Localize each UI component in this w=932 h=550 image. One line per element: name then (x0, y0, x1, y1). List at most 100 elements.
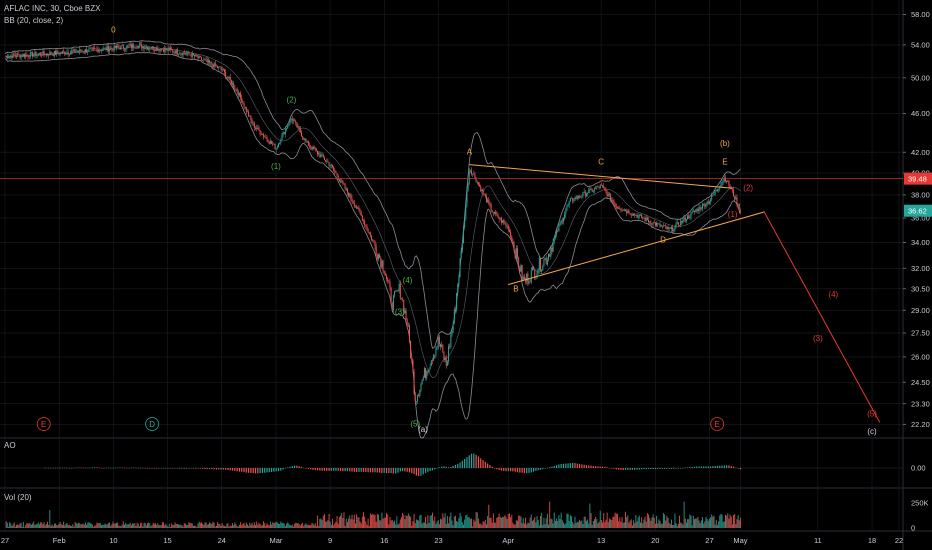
wave-label[interactable]: 0 (111, 26, 116, 35)
wave-label[interactable]: (5) (867, 410, 877, 419)
wave-label[interactable]: (2) (287, 95, 297, 104)
candle-body (637, 215, 639, 218)
wave-label[interactable]: B (513, 285, 518, 294)
volume-bar (220, 525, 222, 528)
candle-body (206, 59, 208, 63)
ao-bar (123, 467, 126, 469)
volume-bar (115, 522, 117, 528)
volume-bar (573, 524, 575, 528)
wave-label[interactable]: C (598, 158, 604, 167)
wave-label[interactable]: E (722, 158, 727, 167)
ao-bar (475, 454, 477, 468)
ao-bar (289, 466, 291, 468)
volume-bar (114, 523, 116, 528)
volume-bar (419, 515, 421, 528)
wave-label[interactable]: (2) (743, 183, 753, 192)
wave-label[interactable]: (3) (395, 308, 405, 317)
volume-bar (529, 517, 531, 528)
candle-body (211, 62, 213, 65)
volume-bar (590, 513, 592, 528)
volume-bar (87, 522, 89, 528)
candle-body (283, 132, 285, 135)
candle-body (328, 162, 330, 166)
candle-body (340, 181, 342, 182)
volume-bar (461, 522, 463, 528)
volume-bar (251, 522, 253, 528)
volume-bar (122, 521, 124, 528)
bollinger-legend[interactable]: BB (20, close, 2) (4, 16, 63, 25)
ao-bar (500, 468, 503, 471)
candle-body (419, 390, 421, 397)
volume-bar (593, 519, 595, 528)
volume-bar (398, 523, 400, 528)
volume-bar (195, 525, 197, 528)
ao-bar (188, 468, 190, 469)
candle-body (437, 336, 439, 347)
ao-bar (248, 468, 250, 473)
candle-body (473, 173, 475, 175)
ao-bar (167, 468, 169, 469)
candle-body (164, 48, 166, 52)
candle-body (196, 54, 198, 57)
wave-label[interactable]: (4) (403, 276, 413, 285)
ao-bar (337, 468, 339, 471)
volume-bar (579, 519, 581, 528)
volume-bar (735, 524, 737, 528)
volume-bar (541, 512, 543, 528)
wave-label[interactable]: A (467, 147, 473, 156)
symbol-legend[interactable]: AFLAC INC, 30, Cboe BZX (4, 4, 100, 13)
time-tick-label: 24 (218, 536, 226, 545)
wave-label[interactable]: (1) (271, 162, 281, 171)
candle-body (83, 52, 85, 53)
volume-bar (312, 523, 314, 528)
wave-label[interactable]: (4) (828, 290, 838, 299)
wave-label[interactable]: D (660, 235, 666, 244)
wave-label[interactable]: (1) (728, 210, 738, 219)
volume-bar (476, 512, 478, 528)
candle-body (86, 49, 88, 53)
candle-body (165, 48, 167, 50)
volume-bar (627, 515, 629, 528)
ao-legend[interactable]: AO (4, 441, 16, 450)
candle-body (392, 295, 394, 311)
volume-bar (683, 501, 685, 528)
volume-bar (214, 526, 216, 528)
ao-bar (307, 468, 309, 469)
ao-bar (558, 464, 560, 468)
price-tick-label: 58.00 (911, 10, 930, 19)
candle-body (677, 222, 679, 226)
candle-body (668, 227, 670, 229)
wave-label[interactable]: (a) (418, 425, 428, 434)
volume-bar (320, 518, 322, 528)
ao-bar (259, 468, 261, 474)
volume-bar (337, 523, 339, 528)
volume-legend[interactable]: Vol (20) (4, 493, 32, 502)
wave-label[interactable]: (b) (720, 139, 730, 148)
volume-bar (223, 526, 225, 528)
candle-body (181, 53, 183, 56)
ao-bar (443, 466, 445, 468)
candle-body (219, 66, 221, 68)
price-chart[interactable]: 0 (2) (1) (4) (3) (5) (a) A B C D E (b) (2) (1) (4) (3) (… (0, 0, 932, 550)
candle-body (462, 227, 464, 244)
volume-bar (697, 516, 699, 528)
ao-bar (636, 468, 638, 470)
candle-body (368, 232, 370, 234)
candle-body (457, 284, 459, 294)
candle-body (582, 192, 584, 196)
volume-bar (295, 522, 297, 528)
candle-body (638, 214, 640, 216)
volume-bar (17, 524, 19, 528)
candle-body (681, 220, 683, 223)
volume-bar (178, 524, 180, 528)
volume-bar (576, 521, 578, 528)
volume-bar (175, 523, 177, 528)
candle-body (561, 220, 563, 222)
wave-label[interactable]: (c) (867, 427, 877, 436)
candle-body (103, 48, 105, 50)
volume-bar (330, 524, 332, 528)
wave-label[interactable]: (3) (813, 334, 823, 343)
candle-body (73, 49, 75, 51)
candle-body (263, 134, 265, 137)
volume-bar (43, 522, 45, 528)
